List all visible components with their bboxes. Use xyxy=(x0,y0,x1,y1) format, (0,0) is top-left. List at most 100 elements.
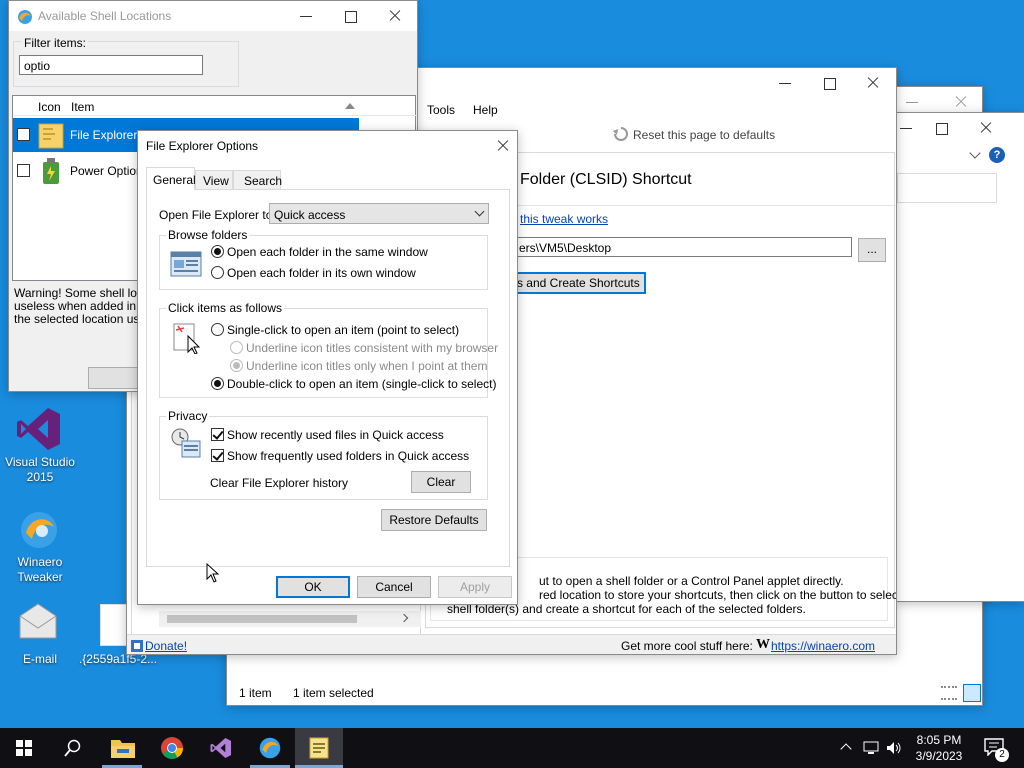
browse-folders-group: Browse folders Open each folder in the s… xyxy=(159,228,488,290)
address-bar[interactable] xyxy=(897,173,997,203)
tab-label: Search xyxy=(244,174,283,188)
list-view-button[interactable] xyxy=(941,686,957,700)
explorer2-maximize-button[interactable] xyxy=(932,119,950,137)
tab-label: General xyxy=(153,173,196,187)
winaero-tweaker-icon xyxy=(259,737,281,759)
column-header-icon[interactable]: Icon xyxy=(38,100,61,114)
underline-point-radio[interactable] xyxy=(230,359,243,372)
browse-own-window-label[interactable]: Open each folder in its own window xyxy=(227,266,416,280)
shortcut-path-input[interactable]: ers\VM5\Desktop xyxy=(506,237,852,257)
cancel-button[interactable]: Cancel xyxy=(357,576,431,598)
taskbar-winaero-tweaker[interactable] xyxy=(246,728,294,768)
winaero-minimize-button[interactable] xyxy=(776,74,794,92)
winaero-maximize-button[interactable] xyxy=(820,74,838,92)
tab-view[interactable]: View xyxy=(195,170,233,189)
single-click-label[interactable]: Single-click to open an item (point to s… xyxy=(227,323,459,337)
apply-button[interactable]: Apply xyxy=(438,576,512,598)
desktop-icon-email[interactable]: E-mail xyxy=(0,600,80,670)
dialog-close-button[interactable] xyxy=(494,137,512,155)
underline-browser-radio[interactable] xyxy=(230,341,243,354)
privacy-title: Privacy xyxy=(166,409,210,423)
taskbar-visual-studio[interactable] xyxy=(197,728,245,768)
visual-studio-icon xyxy=(17,408,60,450)
help-icon[interactable]: ? xyxy=(989,147,1005,163)
open-to-value: Quick access xyxy=(274,208,346,222)
desktop-icon-label: Winaero Tweaker xyxy=(17,555,63,584)
browse-button[interactable]: ... xyxy=(858,238,886,262)
menu-item-help[interactable]: Help xyxy=(473,103,498,117)
filter-label: Filter items: xyxy=(22,36,89,50)
explorer-close-button[interactable] xyxy=(952,93,970,111)
sort-ascending-icon xyxy=(345,103,355,109)
clear-history-label: Clear File Explorer history xyxy=(210,476,349,490)
winaero-close-button[interactable] xyxy=(864,74,882,92)
item-checkbox[interactable] xyxy=(17,164,30,177)
explorer2-close-button[interactable] xyxy=(977,119,995,137)
shell-minimize-button[interactable] xyxy=(297,7,315,25)
desktop-icon-visual-studio[interactable]: Visual Studio 2015 xyxy=(0,400,80,490)
shell-maximize-button[interactable] xyxy=(341,7,359,25)
browse-same-window-label[interactable]: Open each folder in the same window xyxy=(227,245,428,259)
taskbar-file-explorer[interactable] xyxy=(98,728,146,768)
warning-line: Warning! Some shell locati xyxy=(14,286,156,300)
tray-show-hidden-icon[interactable] xyxy=(840,743,852,755)
browse-same-window-radio[interactable] xyxy=(211,245,224,258)
recent-files-label[interactable]: Show recently used files in Quick access xyxy=(227,428,444,442)
reset-page-button[interactable]: Reset this page to defaults xyxy=(633,128,775,142)
clock-date[interactable]: 3/9/2023 xyxy=(913,749,965,763)
start-button[interactable] xyxy=(0,728,48,768)
open-to-dropdown[interactable]: Quick access xyxy=(269,203,489,224)
single-click-radio[interactable] xyxy=(211,323,224,336)
open-to-label: Open File Explorer to: xyxy=(159,208,276,222)
mouse-cursor-icon xyxy=(206,563,220,583)
explorer-minimize-button[interactable] xyxy=(903,93,921,111)
shell-close-button[interactable] xyxy=(386,7,404,25)
network-icon[interactable] xyxy=(863,740,879,756)
clock-time[interactable]: 8:05 PM xyxy=(916,733,962,747)
chevron-down-icon xyxy=(474,206,485,217)
browse-folders-icon xyxy=(170,251,202,277)
explorer2-minimize-button[interactable] xyxy=(897,119,915,137)
details-view-button[interactable] xyxy=(963,684,981,702)
double-click-radio[interactable] xyxy=(211,377,224,390)
file-explorer-icon xyxy=(111,740,135,758)
scroll-right-icon[interactable] xyxy=(399,613,409,623)
frequent-folders-label[interactable]: Show frequently used folders in Quick ac… xyxy=(227,449,469,463)
tab-general[interactable]: General xyxy=(146,167,196,190)
warning-line: the selected location using xyxy=(14,312,156,326)
recent-files-checkbox[interactable] xyxy=(211,428,224,441)
create-shortcuts-button[interactable]: ers and Create Shortcuts xyxy=(500,272,646,294)
search-button[interactable] xyxy=(48,728,96,768)
desktop-icon-winaero-tweaker[interactable]: Winaero Tweaker xyxy=(0,505,80,585)
clear-history-button[interactable]: Clear xyxy=(411,471,471,493)
taskbar-notepad[interactable] xyxy=(295,728,343,768)
explorer-window-2: ? xyxy=(896,112,1024,602)
folder-options-icon xyxy=(38,123,64,149)
column-header-item[interactable]: Item xyxy=(71,100,94,114)
frequent-folders-checkbox[interactable] xyxy=(211,449,224,462)
tree-horizontal-scrollbar[interactable] xyxy=(159,611,421,627)
taskbar-chrome[interactable] xyxy=(148,728,196,768)
dialog-title: File Explorer Options xyxy=(146,139,259,153)
volume-icon[interactable] xyxy=(886,740,902,756)
ok-button[interactable]: OK xyxy=(276,576,350,598)
double-click-label[interactable]: Double-click to open an item (single-cli… xyxy=(227,377,496,391)
chevron-down-icon[interactable] xyxy=(969,147,981,159)
more-stuff-label: Get more cool stuff here: xyxy=(621,639,753,653)
how-tweak-works-link[interactable]: this tweak works xyxy=(520,212,608,226)
notification-center-button[interactable]: 2 xyxy=(978,728,1024,768)
restore-defaults-button[interactable]: Restore Defaults xyxy=(381,509,487,531)
tab-search[interactable]: Search xyxy=(233,170,283,189)
privacy-icon xyxy=(171,428,201,458)
start-icon xyxy=(16,740,32,756)
description-line: ut to open a shell folder or a Control P… xyxy=(539,574,844,588)
menu-item-tools[interactable]: Tools xyxy=(427,103,455,117)
donate-link[interactable]: Donate! xyxy=(145,639,187,653)
warning-line: useless when added in Th xyxy=(14,299,154,313)
browse-own-window-radio[interactable] xyxy=(211,266,224,279)
filter-input[interactable]: optio xyxy=(19,55,203,75)
item-checkbox[interactable] xyxy=(17,128,30,141)
chrome-icon xyxy=(161,737,183,759)
winaero-site-link[interactable]: https://winaero.com xyxy=(771,639,875,653)
email-icon xyxy=(19,603,57,639)
